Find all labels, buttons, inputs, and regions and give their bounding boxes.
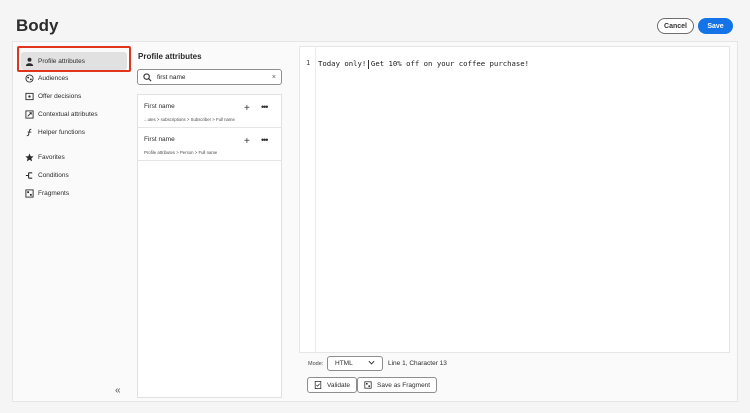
nav-item-favorites[interactable]: Favorites xyxy=(21,148,127,166)
save-as-fragment-button[interactable]: Save as Fragment xyxy=(357,377,438,393)
expression-editor: Profile attributes Audiences Offer decis… xyxy=(12,41,738,402)
result-name: First name xyxy=(144,136,175,143)
results-list: First name ...utes > subscriptions > Sub… xyxy=(137,94,282,398)
save-button[interactable]: Save xyxy=(698,18,733,34)
more-icon[interactable]: ••• xyxy=(261,102,269,112)
add-icon[interactable]: + xyxy=(244,136,250,147)
add-icon[interactable]: + xyxy=(244,103,250,114)
mode-select[interactable]: HTML xyxy=(327,356,383,371)
search-input[interactable]: first name × xyxy=(137,69,282,85)
nav-item-contextual-attributes[interactable]: Contextual attributes xyxy=(21,105,127,123)
line-number: 1 xyxy=(306,59,311,67)
audiences-icon xyxy=(24,73,34,83)
list-item[interactable]: First name Profile attributes > Person >… xyxy=(138,128,281,161)
fragments-icon xyxy=(24,188,34,198)
page-title: Body xyxy=(16,16,59,35)
conditions-icon xyxy=(24,170,34,180)
nav-item-label: Favorites xyxy=(38,153,65,161)
editor-footer: Mode: HTML Line 1, Character 13 Validate… xyxy=(299,353,730,399)
code-text-before: Today only! xyxy=(318,59,367,68)
selection-highlight xyxy=(17,46,131,72)
text-cursor xyxy=(368,59,369,69)
nav-item-label: Audiences xyxy=(38,74,69,82)
panel-title: Profile attributes xyxy=(138,52,202,61)
clear-icon[interactable]: × xyxy=(272,74,276,81)
nav-item-conditions[interactable]: Conditions xyxy=(21,166,127,184)
nav-item-label: Offer decisions xyxy=(38,92,82,100)
cancel-button[interactable]: Cancel xyxy=(657,18,694,34)
line-gutter: 1 xyxy=(300,47,316,352)
code-editor[interactable]: 1 Today only! Get 10% off on your coffee … xyxy=(299,46,730,353)
left-nav: Profile attributes Audiences Offer decis… xyxy=(13,42,133,401)
result-name: First name xyxy=(144,103,175,110)
attributes-panel: Profile attributes first name × First na… xyxy=(133,42,287,401)
result-path: Profile attributes > Person > Full name xyxy=(144,150,218,155)
mode-label: Mode: xyxy=(308,361,324,367)
result-path: ...utes > subscriptions > Subscriber > F… xyxy=(144,117,235,122)
fragment-icon xyxy=(364,381,372,389)
search-value: first name xyxy=(157,73,186,81)
contextual-icon xyxy=(24,109,34,119)
function-icon xyxy=(24,127,34,137)
collapse-icon[interactable]: « xyxy=(115,385,121,396)
nav-item-offer-decisions[interactable]: Offer decisions xyxy=(21,87,127,105)
nav-item-helper-functions[interactable]: Helper functions xyxy=(21,123,127,141)
nav-item-fragments[interactable]: Fragments xyxy=(21,184,127,202)
validate-button[interactable]: Validate xyxy=(307,377,358,393)
offer-icon xyxy=(24,91,34,101)
validate-label: Validate xyxy=(327,381,351,389)
star-icon xyxy=(24,152,34,162)
chevron-down-icon xyxy=(368,360,375,367)
more-icon[interactable]: ••• xyxy=(261,135,269,145)
code-text-after: Get 10% off on your coffee purchase! xyxy=(370,59,530,68)
validate-icon xyxy=(314,381,322,389)
nav-item-label: Contextual attributes xyxy=(38,110,98,118)
nav-item-label: Fragments xyxy=(38,189,70,197)
nav-item-label: Conditions xyxy=(38,171,69,179)
save-as-fragment-label: Save as Fragment xyxy=(377,381,431,389)
code-line[interactable]: Today only! Get 10% off on your coffee pu… xyxy=(318,59,529,69)
cursor-position: Line 1, Character 13 xyxy=(388,360,447,367)
list-item[interactable]: First name ...utes > subscriptions > Sub… xyxy=(138,95,281,128)
nav-item-label: Helper functions xyxy=(38,128,85,136)
mode-value: HTML xyxy=(335,360,353,367)
search-icon xyxy=(143,72,152,82)
